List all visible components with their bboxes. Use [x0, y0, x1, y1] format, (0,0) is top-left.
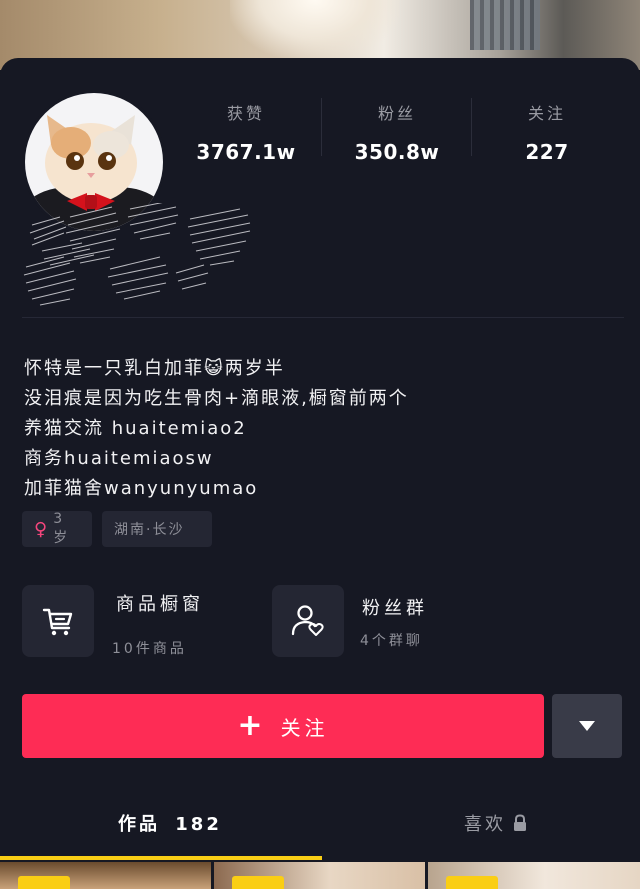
stat-following-value: 227	[525, 140, 569, 164]
banner-window	[470, 0, 540, 50]
banner-cat-photo	[230, 0, 400, 60]
shop-window-button[interactable]	[22, 585, 94, 657]
tab-works-count: 182	[175, 814, 222, 835]
female-icon: ♀	[34, 518, 50, 540]
bio-line: 加菲猫舍wanyunyumao	[24, 478, 259, 499]
video-thumbnail[interactable]	[0, 862, 211, 889]
age-text: 3岁	[53, 511, 70, 546]
video-grid	[0, 862, 640, 889]
follow-label: 关注	[280, 715, 329, 740]
pinned-badge	[232, 876, 284, 889]
shopping-cart-icon	[42, 608, 73, 636]
bio: 怀特是一只乳白加菲😺两岁半 没泪痕是因为吃生骨肉+滴眼液,橱窗前两个 养猫交流 …	[24, 354, 624, 504]
stat-likes-value: 3767.1w	[196, 140, 296, 164]
age-tag: ♀ 3岁	[22, 511, 92, 547]
group-chat-icon	[291, 605, 324, 636]
bio-line: 怀特是一只乳白加菲😺两岁半	[24, 358, 285, 379]
bio-line: 商务huaitemiaosw	[24, 448, 214, 469]
stat-likes[interactable]: 获赞 3767.1w	[171, 100, 321, 164]
plus-icon: +	[237, 708, 267, 743]
pinned-badge	[446, 876, 498, 889]
location-tag: 湖南·长沙	[102, 511, 212, 547]
fan-group-subtitle: 4个群聊	[360, 633, 423, 649]
follow-button[interactable]: + 关注	[22, 694, 544, 758]
tab-likes-label: 喜欢	[464, 814, 506, 835]
profile-panel: 获赞 3767.1w 粉丝 350.8w 关注 227 怀特是一只乳白加菲😺两岁…	[0, 58, 640, 889]
tab-works-label: 作品	[118, 814, 160, 835]
tab-likes[interactable]: 喜欢	[464, 810, 528, 836]
section-divider	[22, 317, 624, 318]
lock-icon	[514, 814, 526, 831]
stat-likes-label: 获赞	[226, 104, 265, 123]
tab-works[interactable]: 作品 182	[118, 810, 222, 836]
more-options-button[interactable]	[552, 694, 622, 758]
fan-group-button[interactable]	[272, 585, 344, 657]
tab-active-indicator	[0, 856, 322, 860]
shop-window-subtitle: 10件商品	[112, 641, 187, 657]
pinned-badge	[18, 876, 70, 889]
caret-down-icon	[579, 721, 595, 731]
stat-following-label: 关注	[527, 104, 566, 123]
stat-followers[interactable]: 粉丝 350.8w	[322, 100, 472, 164]
video-thumbnail[interactable]	[214, 862, 425, 889]
stat-followers-value: 350.8w	[354, 140, 440, 164]
fan-group-title[interactable]: 粉丝群	[362, 594, 428, 620]
location-text: 湖南·长沙	[114, 522, 185, 538]
video-thumbnail[interactable]	[428, 862, 640, 889]
bio-line: 没泪痕是因为吃生骨肉+滴眼液,橱窗前两个	[24, 388, 409, 409]
bio-line: 养猫交流 huaitemiao2	[24, 418, 247, 439]
shop-window-title[interactable]: 商品橱窗	[116, 590, 204, 616]
redacted-name-scribble	[23, 203, 251, 306]
stat-followers-label: 粉丝	[377, 104, 416, 123]
stat-following[interactable]: 关注 227	[472, 100, 622, 164]
